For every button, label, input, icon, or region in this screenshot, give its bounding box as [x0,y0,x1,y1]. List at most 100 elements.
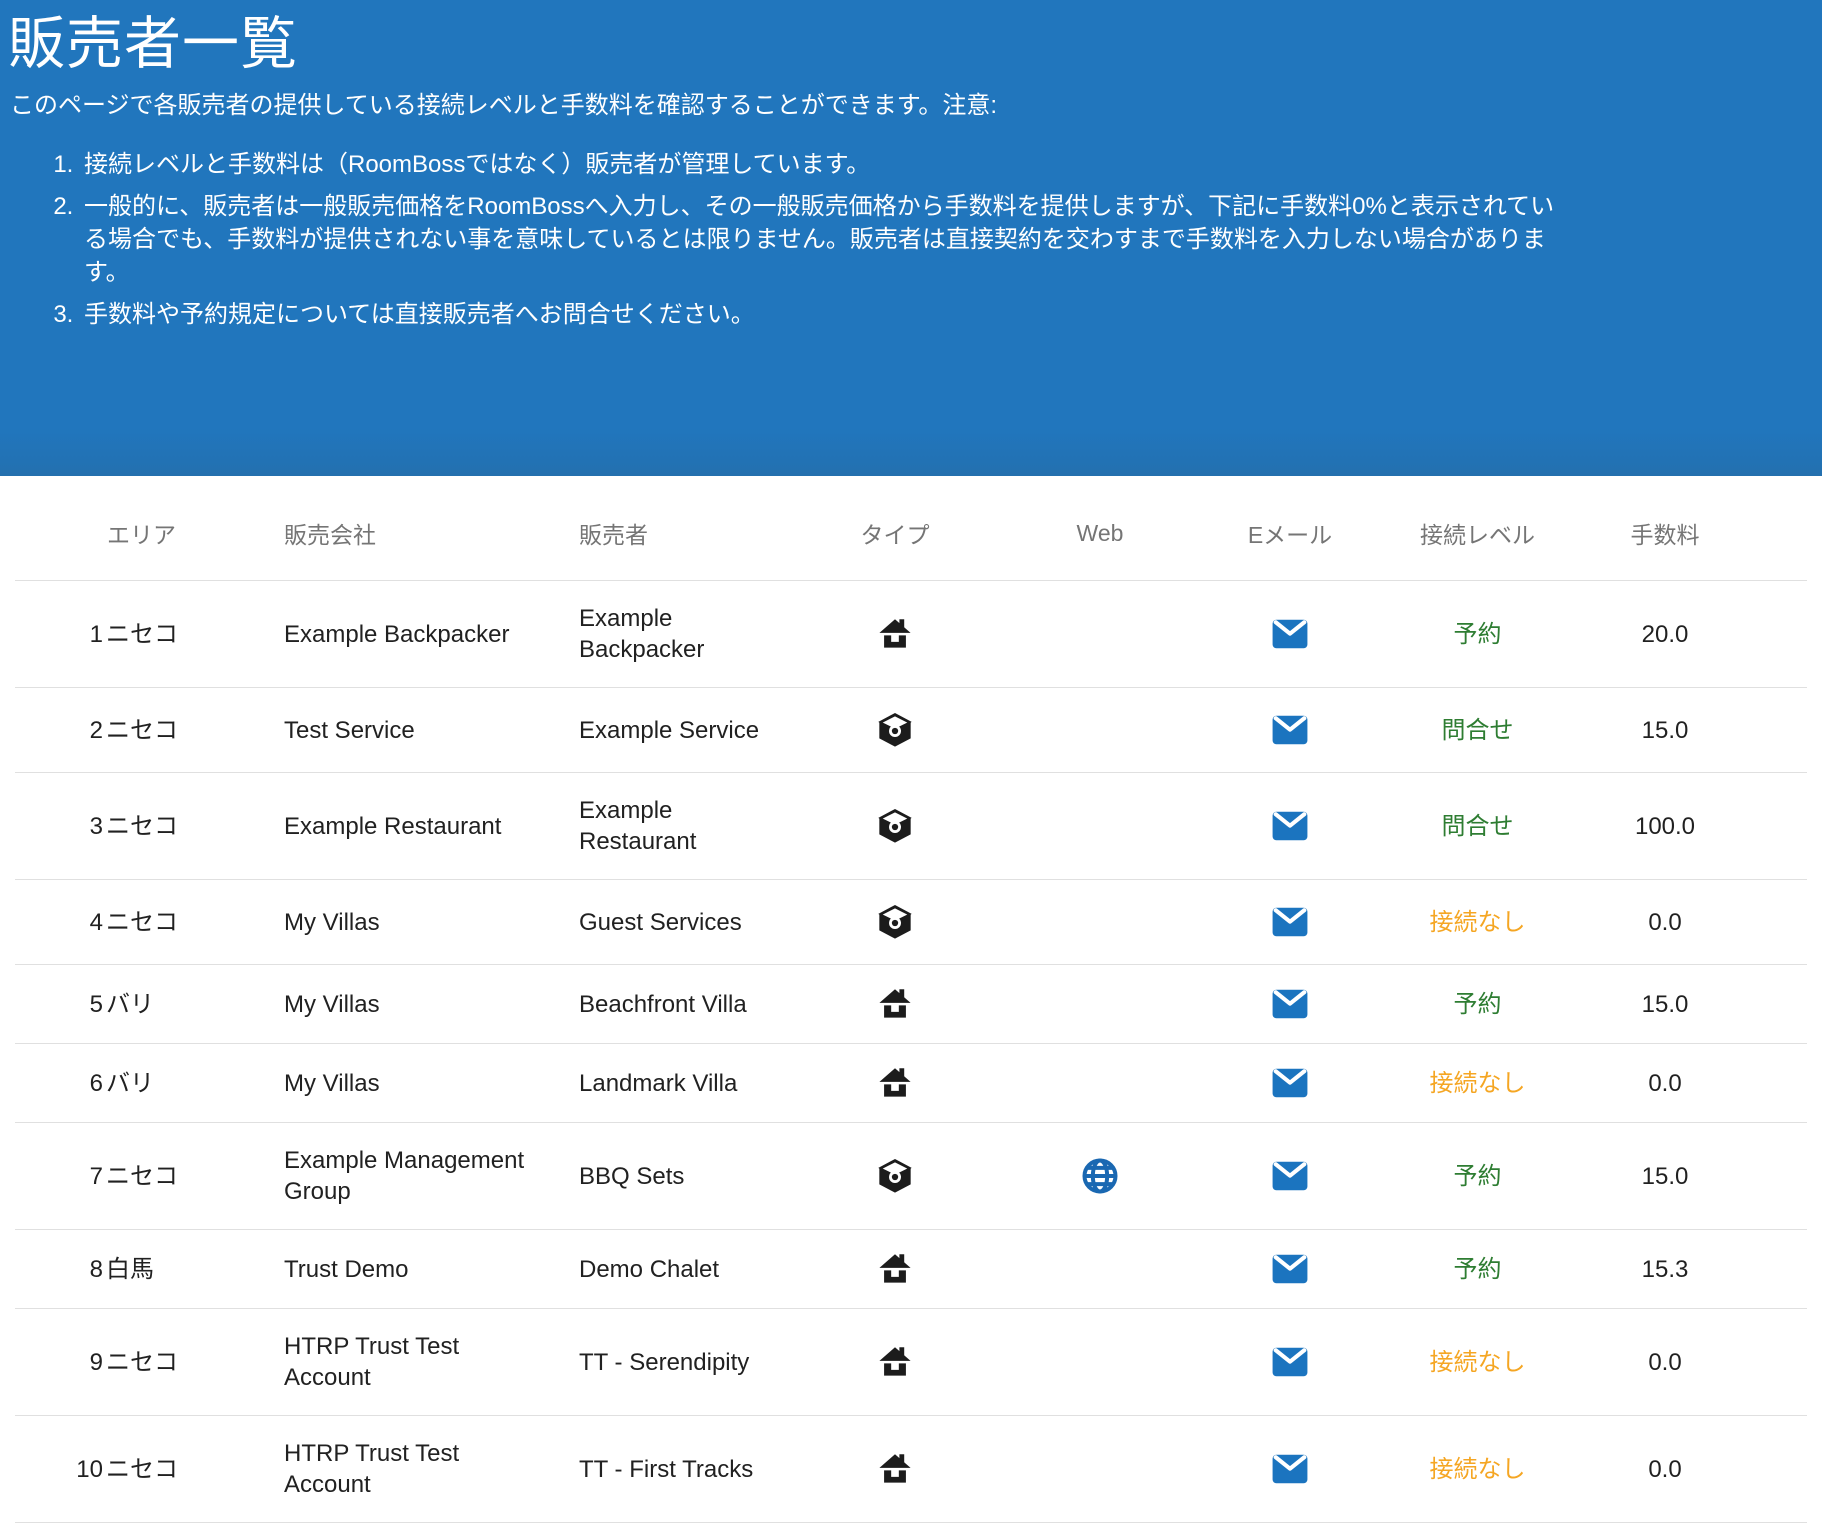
company-cell: My Villas [260,880,555,965]
vendor-cell: Example Service [555,688,785,773]
company-cell: Example Restaurant [260,773,555,880]
email-icon[interactable] [1271,618,1309,650]
spacer-cell [1760,688,1807,773]
row-number: 2 [75,715,103,746]
connection-level: 予約 [1385,965,1570,1044]
email-cell [1195,1123,1385,1230]
note-item-2: 一般的に、販売者は一般販売価格をRoomBossへ入力し、その一般販売価格から手… [80,190,1556,289]
web-cell [1005,965,1195,1044]
commission-value: 0.0 [1570,1309,1760,1416]
spacer-cell [1760,965,1807,1044]
area-name: ニセコ [106,621,178,648]
globe-icon[interactable] [1080,1156,1120,1196]
table-row: 4ニセコ My Villas Guest Services [15,880,1807,965]
area-name: バリ [106,991,154,1018]
web-cell [1005,1309,1195,1416]
table-row: 5バリ My Villas Beachfront Villa [15,965,1807,1044]
email-icon[interactable] [1271,906,1309,938]
type-cell [785,880,1005,965]
table-row: 1ニセコ Example Backpacker Example Backpack… [15,581,1807,688]
table-row: 2ニセコ Test Service Example Service [15,688,1807,773]
home-icon [877,1452,913,1486]
connection-level: 接続なし [1385,880,1570,965]
connection-level: 予約 [1385,1230,1570,1309]
company-cell: My Villas [260,1044,555,1123]
web-cell [1005,1416,1195,1523]
email-cell [1195,880,1385,965]
connection-level: 問合せ [1385,773,1570,880]
column-header-type: タイプ [785,476,1005,581]
home-icon [877,1252,913,1286]
row-number: 7 [75,1161,103,1192]
area-name: 白馬 [106,1256,154,1283]
email-cell [1195,1044,1385,1123]
web-cell [1005,688,1195,773]
type-cell [785,688,1005,773]
area-cell: 6バリ [15,1044,260,1123]
email-cell [1195,688,1385,773]
vendor-cell: Guest Services [555,880,785,965]
connection-level: 接続なし [1385,1044,1570,1123]
email-icon[interactable] [1271,714,1309,746]
commission-value: 0.0 [1570,1044,1760,1123]
column-header-company: 販売会社 [260,476,555,581]
type-cell [785,1044,1005,1123]
vendor-cell: BBQ Sets [555,1123,785,1230]
email-cell [1195,1416,1385,1523]
area-name: ニセコ [106,909,178,936]
note-item-1: 接続レベルと手数料は（RoomBossではなく）販売者が管理しています。 [80,148,1556,181]
commission-value: 15.0 [1570,1123,1760,1230]
table-row: 9ニセコ HTRP Trust Test Account TT - Serend… [15,1309,1807,1416]
email-icon[interactable] [1271,1453,1309,1485]
web-cell [1005,1230,1195,1309]
spacer-cell [1760,1230,1807,1309]
column-header-web: Web [1005,476,1195,581]
row-number: 1 [75,619,103,650]
email-cell [1195,965,1385,1044]
column-header-spacer [1760,476,1807,581]
area-cell: 9ニセコ [15,1309,260,1416]
area-name: ニセコ [106,813,178,840]
type-cell [785,1309,1005,1416]
commission-value: 0.0 [1570,880,1760,965]
home-icon [877,1066,913,1100]
connection-level: 接続なし [1385,1416,1570,1523]
vendor-cell: Example Restaurant [555,773,785,880]
commission-value: 15.3 [1570,1230,1760,1309]
area-name: ニセコ [106,717,178,744]
table-row: 10ニセコ HTRP Trust Test Account TT - First… [15,1416,1807,1523]
vendor-table-container: エリア 販売会社 販売者 タイプ Web Eメール 接続レベル 手数料 1ニセコ… [15,476,1807,1523]
email-icon[interactable] [1271,1160,1309,1192]
type-cell [785,773,1005,880]
area-cell: 4ニセコ [15,880,260,965]
column-header-commission: 手数料 [1570,476,1760,581]
commission-value: 100.0 [1570,773,1760,880]
area-name: ニセコ [106,1456,178,1483]
table-header-row: エリア 販売会社 販売者 タイプ Web Eメール 接続レベル 手数料 [15,476,1807,581]
email-icon[interactable] [1271,1346,1309,1378]
company-cell: HTRP Trust Test Account [260,1416,555,1523]
spacer-cell [1760,581,1807,688]
spacer-cell [1760,880,1807,965]
page-intro: このページで各販売者の提供している接続レベルと手数料を確認することができます。注… [10,90,1802,122]
company-cell: Example Management Group [260,1123,555,1230]
connection-level: 問合せ [1385,688,1570,773]
row-number: 5 [75,989,103,1020]
area-name: ニセコ [106,1349,178,1376]
vendor-cell: Beachfront Villa [555,965,785,1044]
home-icon [877,617,913,651]
email-icon[interactable] [1271,1253,1309,1285]
email-icon[interactable] [1271,810,1309,842]
notes-list: 接続レベルと手数料は（RoomBossではなく）販売者が管理しています。 一般的… [8,148,1556,331]
email-icon[interactable] [1271,1067,1309,1099]
email-cell [1195,1230,1385,1309]
type-cell [785,965,1005,1044]
company-cell: Trust Demo [260,1230,555,1309]
email-icon[interactable] [1271,988,1309,1020]
web-cell [1005,1123,1195,1230]
table-row: 7ニセコ Example Management Group BBQ Sets [15,1123,1807,1230]
connection-level: 接続なし [1385,1309,1570,1416]
column-header-email: Eメール [1195,476,1385,581]
type-cell [785,1230,1005,1309]
company-cell: Test Service [260,688,555,773]
